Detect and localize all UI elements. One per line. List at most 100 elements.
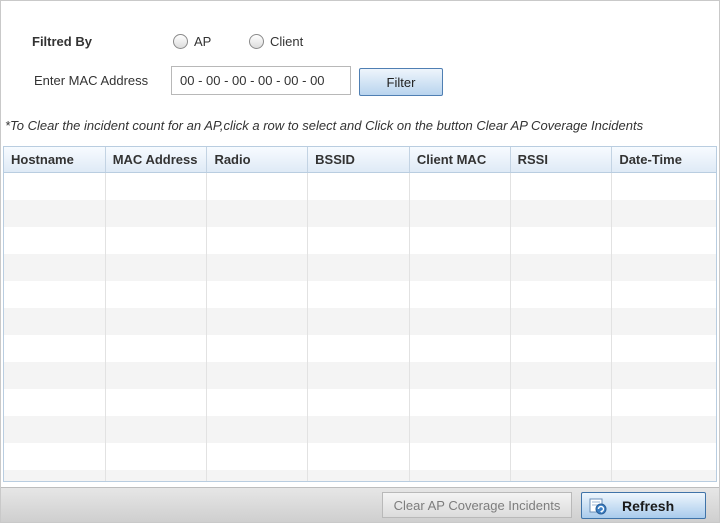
table-cell: [410, 254, 511, 281]
coverage-incidents-table: Hostname MAC Address Radio BSSID Client …: [3, 146, 717, 482]
table-cell: [612, 308, 716, 335]
table-cell: [207, 389, 309, 416]
table-cell: [4, 389, 106, 416]
table-cell: [106, 281, 208, 308]
table-row[interactable]: [4, 443, 716, 470]
table-row[interactable]: [4, 470, 716, 481]
refresh-button[interactable]: Refresh: [581, 492, 706, 519]
column-header-date-time[interactable]: Date-Time: [612, 147, 716, 172]
table-cell: [308, 389, 410, 416]
table-cell: [106, 362, 208, 389]
table-cell: [511, 173, 613, 200]
table-row[interactable]: [4, 308, 716, 335]
table-cell: [612, 416, 716, 443]
column-header-client-mac[interactable]: Client MAC: [410, 147, 511, 172]
table-cell: [308, 362, 410, 389]
table-cell: [511, 470, 613, 481]
table-cell: [106, 227, 208, 254]
table-row[interactable]: [4, 173, 716, 200]
table-cell: [4, 254, 106, 281]
table-cell: [4, 281, 106, 308]
filter-by-label: Filtred By: [32, 34, 92, 49]
table-cell: [308, 173, 410, 200]
table-body: [4, 173, 716, 481]
table-cell: [106, 308, 208, 335]
table-cell: [308, 416, 410, 443]
filter-button[interactable]: Filter: [359, 68, 443, 96]
refresh-label: Refresh: [622, 497, 675, 514]
table-cell: [308, 335, 410, 362]
column-header-rssi[interactable]: RSSI: [511, 147, 613, 172]
table-cell: [511, 416, 613, 443]
table-cell: [612, 470, 716, 481]
table-cell: [4, 335, 106, 362]
table-cell: [207, 470, 309, 481]
table-cell: [106, 389, 208, 416]
table-cell: [612, 281, 716, 308]
table-cell: [308, 227, 410, 254]
table-cell: [207, 362, 309, 389]
radio-circle-icon[interactable]: [249, 34, 264, 49]
table-cell: [410, 173, 511, 200]
table-cell: [207, 200, 309, 227]
table-cell: [410, 308, 511, 335]
table-row[interactable]: [4, 335, 716, 362]
table-cell: [4, 173, 106, 200]
table-row[interactable]: [4, 227, 716, 254]
table-cell: [410, 227, 511, 254]
table-cell: [410, 200, 511, 227]
table-cell: [106, 254, 208, 281]
table-cell: [207, 227, 309, 254]
table-header: Hostname MAC Address Radio BSSID Client …: [4, 147, 716, 173]
table-cell: [106, 416, 208, 443]
table-cell: [106, 443, 208, 470]
table-row[interactable]: [4, 389, 716, 416]
table-row[interactable]: [4, 416, 716, 443]
radio-client-label: Client: [270, 34, 304, 49]
radio-client[interactable]: Client: [249, 34, 303, 49]
table-cell: [207, 308, 309, 335]
column-header-bssid[interactable]: BSSID: [308, 147, 410, 172]
table-cell: [612, 227, 716, 254]
table-cell: [511, 335, 613, 362]
table-cell: [410, 335, 511, 362]
table-cell: [612, 443, 716, 470]
table-row[interactable]: [4, 362, 716, 389]
table-cell: [511, 200, 613, 227]
table-cell: [308, 254, 410, 281]
table-row[interactable]: [4, 200, 716, 227]
radio-circle-icon[interactable]: [173, 34, 188, 49]
table-cell: [612, 173, 716, 200]
column-header-hostname[interactable]: Hostname: [4, 147, 106, 172]
table-cell: [308, 281, 410, 308]
table-cell: [106, 470, 208, 481]
table-cell: [511, 281, 613, 308]
table-cell: [511, 362, 613, 389]
table-cell: [4, 362, 106, 389]
table-cell: [4, 443, 106, 470]
table-row[interactable]: [4, 254, 716, 281]
radio-ap[interactable]: AP: [173, 34, 211, 49]
table-row[interactable]: [4, 281, 716, 308]
refresh-icon: [588, 496, 608, 516]
table-cell: [207, 443, 309, 470]
table-cell: [106, 173, 208, 200]
table-cell: [4, 308, 106, 335]
column-header-mac-address[interactable]: MAC Address: [106, 147, 208, 172]
table-cell: [308, 470, 410, 481]
table-cell: [410, 389, 511, 416]
mac-address-input[interactable]: 00 - 00 - 00 - 00 - 00 - 00: [171, 66, 351, 95]
table-cell: [106, 335, 208, 362]
table-cell: [4, 227, 106, 254]
column-header-radio[interactable]: Radio: [207, 147, 309, 172]
table-cell: [511, 308, 613, 335]
table-cell: [511, 254, 613, 281]
table-cell: [612, 362, 716, 389]
clear-ap-coverage-incidents-button[interactable]: Clear AP Coverage Incidents: [382, 492, 572, 518]
table-cell: [511, 389, 613, 416]
table-cell: [207, 281, 309, 308]
table-cell: [106, 200, 208, 227]
radio-ap-label: AP: [194, 34, 212, 49]
instruction-note: *To Clear the incident count for an AP,c…: [5, 118, 644, 133]
table-cell: [410, 362, 511, 389]
